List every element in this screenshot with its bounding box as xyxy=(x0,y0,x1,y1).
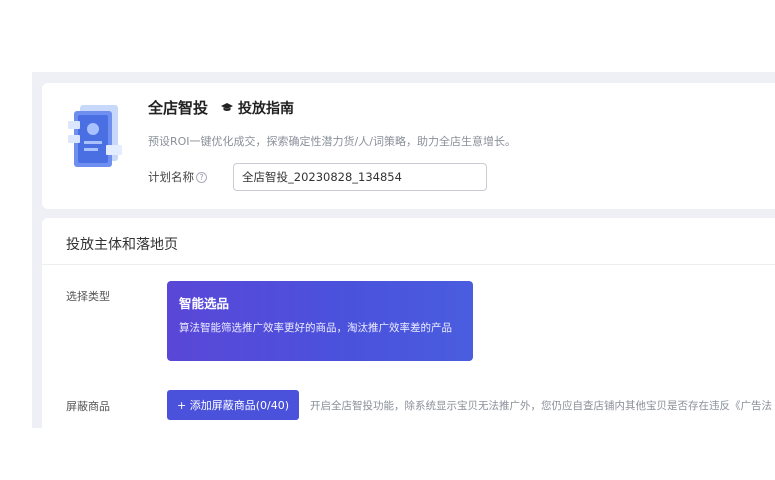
plan-name-label-text: 计划名称 xyxy=(148,170,194,184)
subject-card: 投放主体和落地页 选择类型 智能选品 算法智能筛选推广效率更好的商品，淘汰推广效… xyxy=(42,218,775,428)
plan-name-row: 计划名称 ? xyxy=(148,163,487,191)
section-divider xyxy=(42,264,775,265)
type-label: 选择类型 xyxy=(66,290,110,303)
plan-illustration-icon xyxy=(68,105,122,167)
help-icon[interactable]: ? xyxy=(196,171,207,183)
page-subtitle: 预设ROI一键优化成交，探索确定性潜力货/人/词策略，助力全店生意增长。 xyxy=(148,135,516,148)
app-frame: 全店智投 投放指南 预设ROI一键优化成交，探索确定性潜力货/人/词策略，助力全… xyxy=(32,72,775,428)
title-row: 全店智投 投放指南 xyxy=(148,97,294,118)
plan-name-input[interactable] xyxy=(233,163,487,191)
smart-select-title: 智能选品 xyxy=(179,296,230,311)
add-blocked-products-button[interactable]: + 添加屏蔽商品(0/40) xyxy=(167,390,299,420)
smart-select-desc: 算法智能筛选推广效率更好的商品，淘汰推广效率差的产品 xyxy=(179,322,452,334)
smart-select-card[interactable]: 智能选品 算法智能筛选推广效率更好的商品，淘汰推广效率差的产品 xyxy=(167,281,473,361)
guide-label: 投放指南 xyxy=(238,100,295,117)
block-products-label: 屏蔽商品 xyxy=(66,400,110,413)
graduation-cap-icon xyxy=(221,102,234,111)
guide-link[interactable]: 投放指南 xyxy=(220,98,294,118)
add-blocked-products-label: + 添加屏蔽商品(0/40) xyxy=(177,399,289,412)
section-title: 投放主体和落地页 xyxy=(66,237,178,253)
page-title: 全店智投 xyxy=(148,99,209,117)
plan-name-label: 计划名称 ? xyxy=(148,169,207,185)
plan-header-card: 全店智投 投放指南 预设ROI一键优化成交，探索确定性潜力货/人/词策略，助力全… xyxy=(42,83,775,209)
hint-text: 开启全店智投功能，除系统显示宝贝无法推广外，您仍应自查店铺内其他宝贝是否存在违反… xyxy=(310,400,772,412)
